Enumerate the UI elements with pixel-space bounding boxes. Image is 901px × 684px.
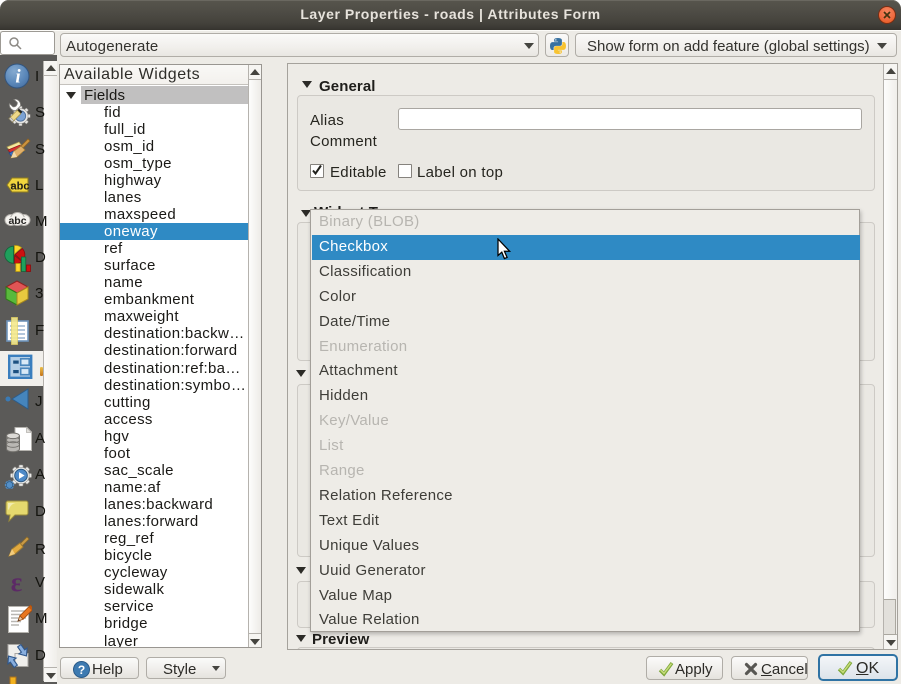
svg-text:?: ? (78, 663, 85, 677)
svg-text:abc: abc (8, 215, 26, 227)
svg-text:ε: ε (11, 569, 23, 595)
svg-text:i: i (15, 66, 21, 87)
svg-text:abc: abc (11, 181, 30, 193)
